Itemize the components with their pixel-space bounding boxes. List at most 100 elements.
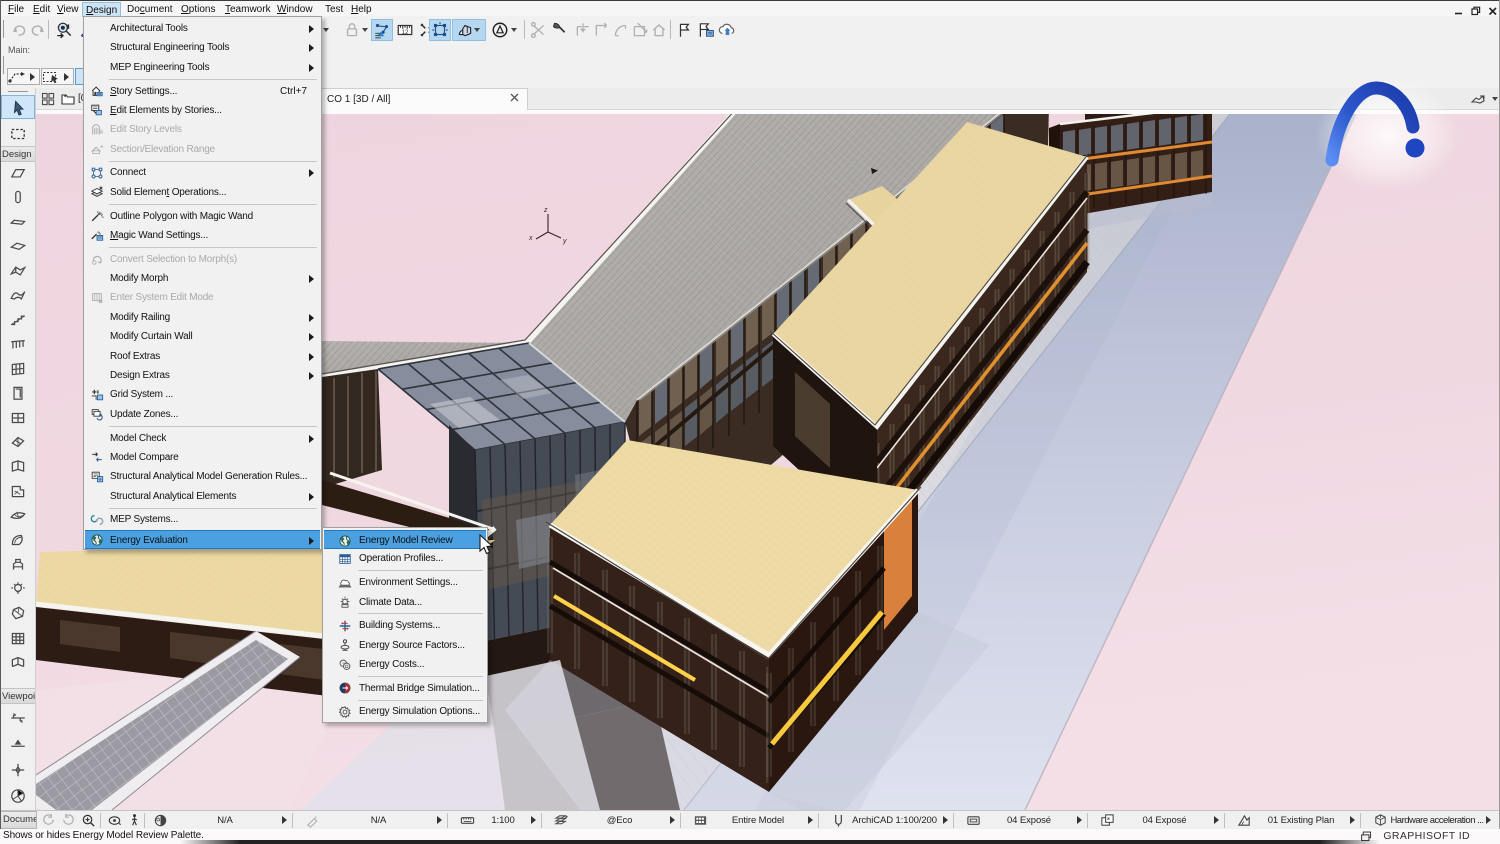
tool-slab[interactable] (9, 237, 27, 255)
toolbar-ruler12-button[interactable]: 12 (394, 19, 416, 41)
submenu-item-energy-costs[interactable]: %Energy Costs... (324, 655, 486, 674)
tool-stair[interactable] (9, 311, 27, 329)
menu-item-magic-wand-settings[interactable]: Magic Wand Settings... (85, 226, 320, 245)
tool-mesh[interactable] (9, 506, 27, 524)
submenu-item-energy-source-factors[interactable]: Energy Source Factors... (324, 636, 486, 655)
toolbar-flag-linked-button[interactable] (695, 19, 717, 41)
toolbar-suspend-groups-button[interactable] (371, 19, 393, 41)
marquee-dropdown-button[interactable] (41, 68, 74, 85)
menubar-item-help[interactable]: Help (348, 2, 375, 17)
toolbar-cloud-sync-button[interactable] (716, 19, 738, 41)
tool-shell[interactable] (9, 286, 27, 304)
quickbar-3d-engine-value[interactable]: Hardware acceleration ... (1388, 815, 1486, 826)
tool-opening[interactable] (9, 653, 27, 671)
menubar-item-window[interactable]: Window (274, 2, 316, 17)
quickbar-pen-set-2-expand[interactable] (943, 816, 948, 824)
quickbar-structure-display-value[interactable]: Entire Model (708, 815, 808, 826)
quickbar-structure-display-expand[interactable] (808, 816, 813, 824)
menu-item-section-elevation-range[interactable]: Section/Elevation Range (85, 140, 320, 159)
menubar-item-test[interactable]: Test (322, 2, 346, 17)
dropdown-caret-icon[interactable] (362, 28, 368, 32)
tool-door[interactable] (9, 384, 27, 402)
toolbar-redo-button[interactable] (27, 19, 49, 41)
quickbar-layer-combination-value[interactable]: @Eco (569, 815, 670, 826)
menu-item-structural-analytical-elements[interactable]: Structural Analytical Elements (85, 487, 320, 506)
tool-marquee[interactable] (9, 125, 27, 143)
menubar-item-view[interactable]: View (54, 2, 82, 17)
3d-view-settings-button[interactable] (1470, 91, 1486, 107)
menubar-item-file[interactable]: File (5, 2, 27, 17)
dropdown-caret-icon[interactable] (511, 28, 517, 32)
tab-overview-button[interactable] (40, 91, 56, 107)
menu-item-architectural-tools[interactable]: Architectural Tools (85, 19, 320, 38)
toolbar-3d-styles-button[interactable] (452, 19, 486, 41)
transform-dropdown-button[interactable] (7, 68, 40, 85)
tool-skylight[interactable] (9, 433, 27, 451)
quickbar-graphic-override-value[interactable]: 04 Exposé (1115, 815, 1214, 826)
menu-item-mep-systems[interactable]: MEP Systems... (85, 510, 320, 529)
toolbox-section-document[interactable]: Docume (0, 811, 37, 829)
close-button[interactable] (1488, 3, 1498, 13)
menu-item-update-zones[interactable]: Update Zones... (85, 405, 320, 424)
tool-camera-path[interactable] (9, 787, 27, 805)
tool-window[interactable] (9, 409, 27, 427)
menu-item-convert-selection-to-morphs[interactable]: Convert Selection to Morph(s) (85, 250, 320, 269)
toolbox-section-viewpoint[interactable]: Viewpoi (0, 688, 36, 704)
quickbar-model-view-options-expand[interactable] (1077, 816, 1082, 824)
submenu-item-thermal-bridge-simulation[interactable]: Thermal Bridge Simulation... (324, 679, 486, 698)
menubar-item-options[interactable]: Options (178, 2, 218, 17)
menu-item-grid-system-[interactable]: Grid System ... (85, 385, 320, 404)
menu-item-structural-analytical-model-generation-rules[interactable]: Structural Analytical Model Generation R… (85, 467, 320, 486)
toolbox-section-design[interactable]: Design (0, 146, 36, 162)
quickbar-back-button[interactable] (41, 813, 56, 828)
toolbar-find-select-button[interactable] (53, 19, 75, 41)
quickbar-orbit-button[interactable] (107, 813, 122, 828)
menu-item-structural-engineering-tools[interactable]: Structural Engineering Tools (85, 38, 320, 57)
toolbox-grip[interactable] (8, 91, 28, 92)
tool-column[interactable] (9, 188, 27, 206)
menu-item-connect[interactable]: Connect (85, 163, 320, 182)
submenu-item-environment-settings[interactable]: Environment Settings... (324, 573, 486, 592)
restore-button[interactable] (1471, 3, 1481, 13)
menu-item-solid-element-operations[interactable]: Solid Element Operations... (85, 183, 320, 202)
toolbar-grip[interactable] (3, 56, 4, 74)
menubar-item-document[interactable]: Document (124, 2, 176, 17)
submenu-item-energy-model-review[interactable]: Energy Model Review (324, 530, 486, 549)
submenu-item-operation-profiles[interactable]: Operation Profiles... (324, 549, 486, 568)
quickbar-graphic-override-expand[interactable] (1214, 816, 1219, 824)
toolbar-home-story-button[interactable] (648, 19, 670, 41)
tool-object[interactable] (9, 555, 27, 573)
quickbar-renovation-filter-expand[interactable] (1350, 816, 1355, 824)
menu-item-roof-extras[interactable]: Roof Extras (85, 347, 320, 366)
toolbar-pen-circle-button[interactable] (489, 19, 511, 41)
quickbar-3d-styles-expand[interactable] (282, 816, 287, 824)
menubar-item-edit[interactable]: Edit (30, 2, 53, 17)
menu-item-modify-morph[interactable]: Modify Morph (85, 269, 320, 288)
menu-item-model-compare[interactable]: Model Compare (85, 448, 320, 467)
quickbar-zoom-button[interactable] (81, 813, 96, 828)
3d-styles-caret-icon[interactable] (474, 28, 480, 32)
dropdown-caret-icon[interactable] (323, 28, 329, 32)
quickbar-3d-styles-value[interactable]: N/A (168, 815, 282, 826)
quickbar-renovation-filter-value[interactable]: 01 Existing Plan (1252, 815, 1350, 826)
toolbar-axe-button[interactable] (548, 19, 570, 41)
view-settings-caret-icon[interactable] (1492, 97, 1498, 101)
quickbar-pen-set-expand[interactable] (437, 816, 442, 824)
menu-item-outline-polygon-with-magic-wand[interactable]: Outline Polygon with Magic Wand (85, 207, 320, 226)
tool-elevation[interactable] (9, 735, 27, 753)
menu-item-edit-story-levels[interactable]: Edit Story Levels (85, 120, 320, 139)
menubar-item-teamwork[interactable]: Teamwork (222, 2, 274, 17)
quickbar-scale-value[interactable]: 1:100 (475, 815, 531, 826)
menu-item-modify-railing[interactable]: Modify Railing (85, 308, 320, 327)
tool-wall[interactable] (9, 164, 27, 182)
tool-beam[interactable] (9, 213, 27, 231)
tool-roof[interactable] (9, 262, 27, 280)
menu-item-energy-evaluation[interactable]: Energy Evaluation (85, 530, 320, 549)
tool-railing[interactable] (9, 335, 27, 353)
menu-item-design-extras[interactable]: Design Extras (85, 366, 320, 385)
toolbar-lock-button[interactable] (341, 19, 363, 41)
menu-item-story-settings[interactable]: Story Settings...Ctrl+7 (85, 82, 320, 101)
submenu-item-building-systems[interactable]: Building Systems... (324, 616, 486, 635)
tool-section[interactable] (9, 709, 27, 727)
tab-close-icon[interactable] (510, 93, 519, 106)
